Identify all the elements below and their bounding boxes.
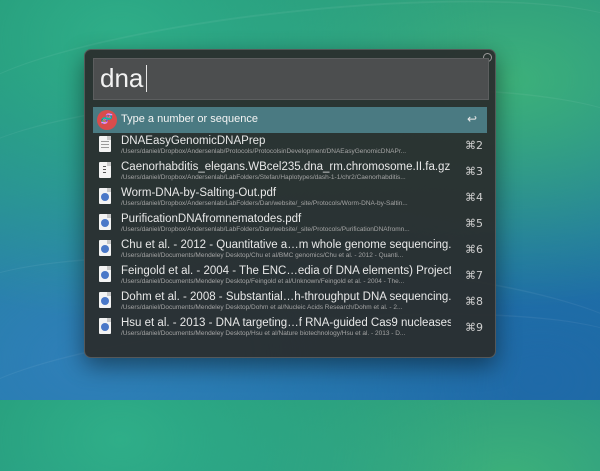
search-query: dna [100,63,144,93]
result-title: Dohm et al. - 2008 - Substantial…h-throu… [121,291,451,303]
pdf-icon [99,188,111,204]
result-title: PurificationDNAfromnematodes.pdf [121,213,302,225]
archive-icon [99,162,111,178]
result-title: Feingold et al. - 2004 - The ENC…edia of… [121,265,451,277]
result-path: /Users/daniel/Documents/Mendeley Desktop… [121,252,404,259]
pdf-icon [99,214,111,230]
result-path: /Users/daniel/Dropbox/Andersenlab/LabFol… [121,226,410,233]
pdf-icon [99,266,111,282]
document-icon [99,136,111,152]
return-icon: ↩ [466,112,477,126]
result-path: /Users/daniel/Documents/Mendeley Desktop… [121,304,403,311]
shortcut-key: ⌘8 [465,295,483,308]
launcher-window: dna 🧬 Type a number or sequence ↩ DNAEas… [84,49,496,358]
shortcut-key: ⌘3 [465,165,483,178]
shortcut-key: ⌘4 [465,191,483,204]
shortcut-key: ⌘6 [465,243,483,256]
results-list: 🧬 Type a number or sequence ↩ DNAEasyGen… [93,107,487,341]
result-title: Hsu et al. - 2013 - DNA targeting…f RNA-… [121,317,451,329]
selected-action-row[interactable]: 🧬 Type a number or sequence ↩ [93,107,487,133]
result-title: Chu et al. - 2012 - Quantitative a…m who… [121,239,451,251]
result-row[interactable]: Feingold et al. - 2004 - The ENC…edia of… [93,263,487,289]
text-caret [146,65,148,92]
shortcut-key: ⌘9 [465,321,483,334]
result-row[interactable]: Worm-DNA-by-Salting-Out.pdf /Users/danie… [93,185,487,211]
pdf-icon [99,292,111,308]
search-input[interactable]: dna [93,58,489,100]
shortcut-key: ⌘2 [465,139,483,152]
result-row[interactable]: Chu et al. - 2012 - Quantitative a…m who… [93,237,487,263]
shortcut-key: ⌘5 [465,217,483,230]
result-path: /Users/daniel/Dropbox/Andersenlab/LabFol… [121,174,406,181]
result-row[interactable]: PurificationDNAfromnematodes.pdf /Users/… [93,211,487,237]
result-path: /Users/daniel/Dropbox/Andersenlab/Protoc… [121,148,407,155]
result-row[interactable]: Dohm et al. - 2008 - Substantial…h-throu… [93,289,487,315]
shortcut-key: ⌘7 [465,269,483,282]
result-row[interactable]: Caenorhabditis_elegans.WBcel235.dna_rm.c… [93,159,487,185]
result-title: DNAEasyGenomicDNAPrep [121,135,266,147]
result-title: Worm-DNA-by-Salting-Out.pdf [121,187,277,199]
result-path: /Users/daniel/Documents/Mendeley Desktop… [121,278,405,285]
result-path: /Users/daniel/Documents/Mendeley Desktop… [121,330,406,337]
pdf-icon [99,240,111,256]
result-title: Caenorhabditis_elegans.WBcel235.dna_rm.c… [121,161,451,173]
result-path: /Users/daniel/Dropbox/Andersenlab/LabFol… [121,200,408,207]
result-row[interactable]: DNAEasyGenomicDNAPrep /Users/daniel/Drop… [93,133,487,159]
action-label: Type a number or sequence [121,113,258,125]
dna-icon: 🧬 [97,110,117,130]
result-row[interactable]: Hsu et al. - 2013 - DNA targeting…f RNA-… [93,315,487,341]
pdf-icon [99,318,111,334]
